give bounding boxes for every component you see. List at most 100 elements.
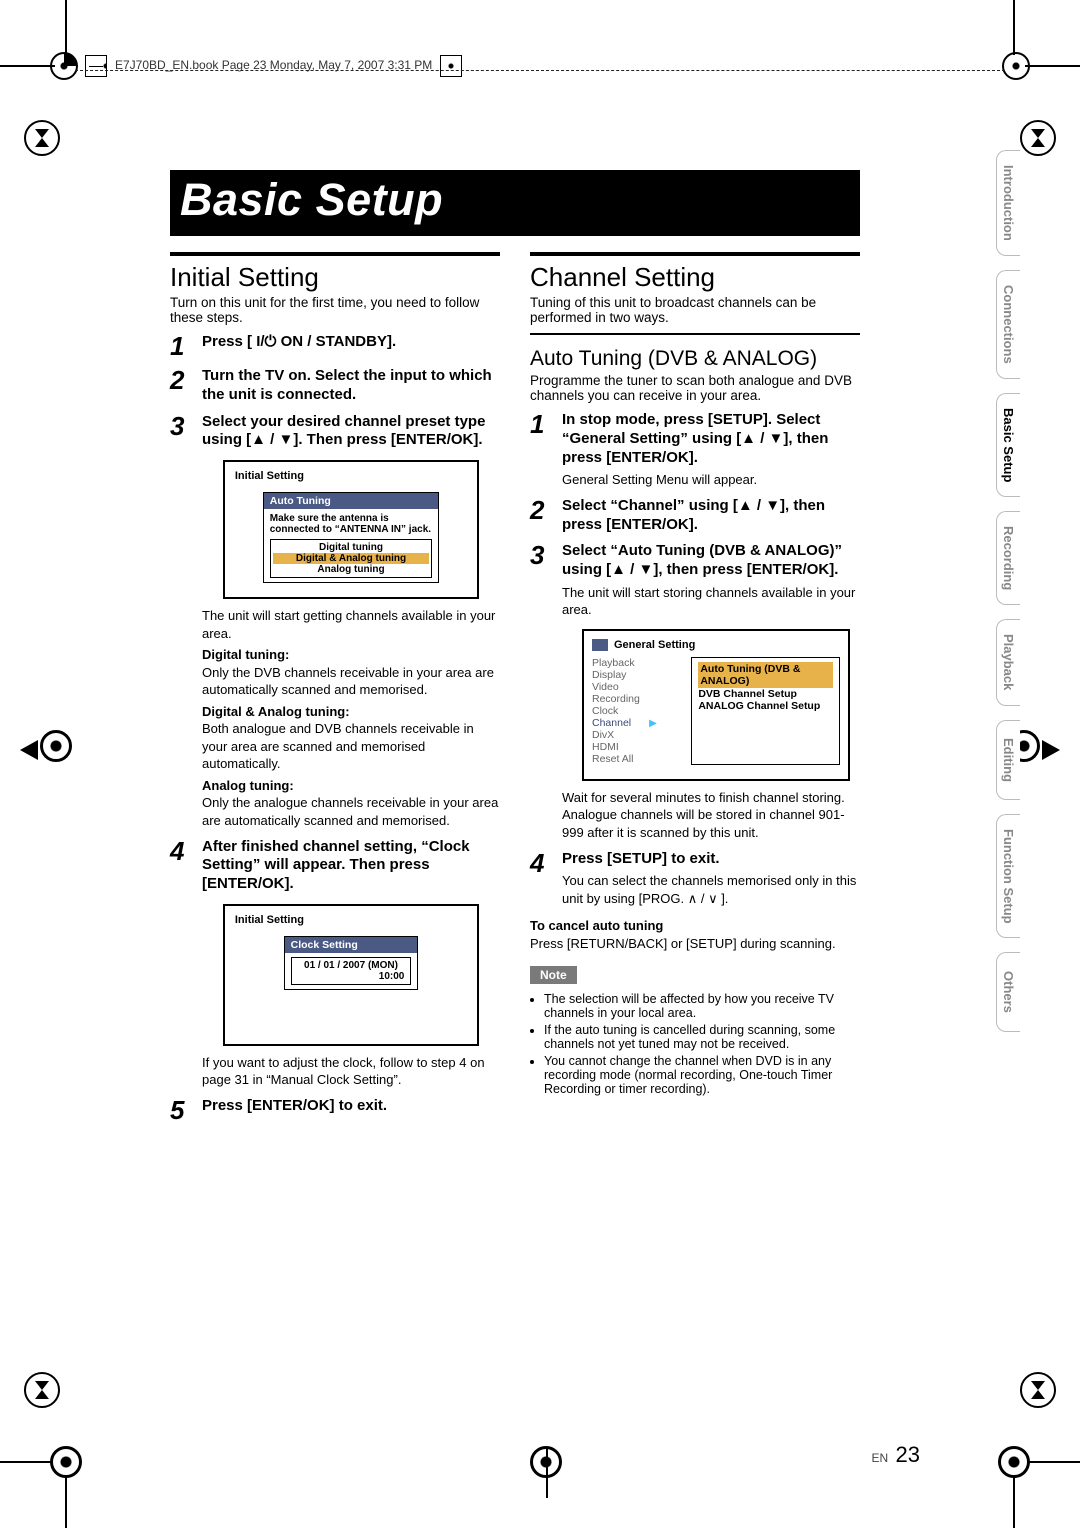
tab-connections[interactable]: Connections [996, 270, 1020, 379]
tab-recording[interactable]: Recording [996, 511, 1020, 605]
subtext: Only the DVB channels receivable in your… [202, 665, 494, 698]
osd-menu-list: Playback Display Video Recording Clock C… [592, 657, 681, 765]
steps-list: 1 Press [ I/⏻ ON / STANDBY]. 2 Turn the … [170, 333, 500, 1123]
step-text: The unit will start storing channels ava… [562, 584, 860, 619]
section-rule [170, 252, 500, 256]
step-1: 1 In stop mode, press [SETUP]. Select “G… [530, 411, 860, 489]
osd-option: Analog tuning [273, 564, 430, 575]
step-title: Select your desired channel preset type … [202, 413, 500, 451]
section-rule [530, 252, 860, 256]
cancel-block: To cancel auto tuning Press [RETURN/BACK… [530, 917, 860, 952]
osd-initial-setting-clock: Initial Setting Clock Setting 01 / 01 / … [223, 904, 479, 1046]
tab-playback[interactable]: Playback [996, 619, 1020, 705]
content-columns: Initial Setting Turn on this unit for th… [170, 252, 860, 1438]
tab-editing[interactable]: Editing [996, 720, 1020, 800]
page-number-value: 23 [892, 1442, 920, 1467]
step-tail-text: If you want to adjust the clock, follow … [202, 1054, 500, 1089]
registration-mark-icon [530, 1446, 562, 1478]
step-title: Select “Auto Tuning (DVB & ANALOG)” usin… [562, 542, 860, 580]
section-rule [530, 333, 860, 335]
step-title: Press [ENTER/OK] to exit. [202, 1097, 500, 1116]
osd-inner-title: Auto Tuning [264, 493, 439, 509]
section-title-initial-setting: Initial Setting [170, 262, 500, 293]
osd-inner-text: Make sure the antenna is connected to “A… [270, 513, 433, 578]
osd-menu-item-selected: Channel [592, 717, 681, 729]
step-1: 1 Press [ I/⏻ ON / STANDBY]. [170, 333, 500, 359]
step-number: 1 [530, 411, 554, 489]
subsection-title: Auto Tuning (DVB & ANALOG) [530, 347, 860, 371]
step-title: After finished channel setting, “Clock S… [202, 838, 500, 894]
osd-menu-item: Video [592, 681, 681, 693]
step-text: You can select the channels memorised on… [562, 872, 860, 907]
settings-icon [592, 639, 608, 651]
osd-line: Make sure the antenna is [270, 513, 433, 524]
crop-line [1013, 0, 1015, 55]
osd-inner-box: Clock Setting 01 / 01 / 2007 (MON) 10:00 [284, 936, 419, 990]
registration-mark-icon [50, 1446, 82, 1478]
column-left: Initial Setting Turn on this unit for th… [170, 252, 500, 1438]
osd-title: General Setting [614, 639, 695, 651]
chapter-title: Basic Setup [170, 170, 860, 236]
osd-line: connected to “ANTENNA IN” jack. [270, 524, 433, 535]
column-right: Channel Setting Tuning of this unit to b… [530, 252, 860, 1438]
osd-clock-date: 01 / 01 / 2007 (MON) [298, 960, 405, 971]
osd-menu-item: DivX [592, 729, 681, 741]
osd-inner-box: Auto Tuning Make sure the antenna is con… [263, 492, 440, 583]
osd-panel-item: DVB Channel Setup [698, 688, 797, 700]
step-number: 4 [530, 850, 554, 908]
osd-menu-item: Clock [592, 705, 681, 717]
osd-title-row: General Setting [592, 639, 840, 651]
step-4: 4 Press [SETUP] to exit. You can select … [530, 850, 860, 908]
step-number: 5 [170, 1097, 194, 1123]
tab-others[interactable]: Others [996, 952, 1020, 1032]
registration-mark-icon [24, 120, 60, 156]
step-number: 3 [170, 413, 194, 830]
crop-line [1025, 1461, 1080, 1463]
registration-mark-icon [40, 730, 72, 762]
subtext: Only the analogue channels receivable in… [202, 795, 498, 828]
step-number: 1 [170, 333, 194, 359]
tab-introduction[interactable]: Introduction [996, 150, 1020, 256]
crop-line [65, 1473, 67, 1528]
note-item: If the auto tuning is cancelled during s… [544, 1023, 860, 1051]
step-3: 3 Select “Auto Tuning (DVB & ANALOG)” us… [530, 542, 860, 841]
note-item: You cannot change the channel when DVD i… [544, 1054, 860, 1096]
crop-line [0, 65, 55, 67]
subsection-lead: Programme the tuner to scan both analogu… [530, 373, 860, 403]
registration-mark-icon [1020, 1372, 1056, 1408]
osd-clock-time: 10:00 [298, 971, 405, 982]
note-badge: Note [530, 966, 577, 984]
tab-basic-setup[interactable]: Basic Setup [996, 393, 1020, 497]
subtext: Both analogue and DVB channels receivabl… [202, 721, 474, 771]
note-item: The selection will be affected by how yo… [544, 992, 860, 1020]
osd-menu-item: Reset All [592, 753, 681, 765]
subhead-label: Digital tuning: [202, 647, 289, 662]
section-lead: Tuning of this unit to broadcast channel… [530, 295, 860, 325]
step-number: 3 [530, 542, 554, 841]
step-title: Select “Channel” using [▲ / ▼], then pre… [562, 497, 860, 535]
step-3: 3 Select your desired channel preset typ… [170, 413, 500, 830]
subhead-label: Digital & Analog tuning: [202, 704, 350, 719]
crop-line [546, 1448, 548, 1498]
cancel-text: Press [RETURN/BACK] or [SETUP] during sc… [530, 936, 836, 951]
osd-clock: 01 / 01 / 2007 (MON) 10:00 [291, 957, 412, 985]
step-4: 4 After finished channel setting, “Clock… [170, 838, 500, 1089]
section-lead: Turn on this unit for the first time, yo… [170, 295, 500, 325]
osd-columns: Playback Display Video Recording Clock C… [592, 657, 840, 765]
step-title: In stop mode, press [SETUP]. Select “Gen… [562, 411, 860, 467]
crop-line [65, 0, 67, 55]
osd-radio-list: Digital tuning Digital & Analog tuning A… [270, 539, 433, 578]
step-text: General Setting Menu will appear. [562, 471, 860, 489]
osd-menu-item: Playback [592, 657, 681, 669]
step-title: Press [SETUP] to exit. [562, 850, 860, 869]
arrow-left-icon [20, 740, 38, 760]
osd-option-selected: Digital & Analog tuning [273, 553, 430, 564]
crop-line [1025, 65, 1080, 67]
page-lang: EN [872, 1451, 889, 1465]
step-2: 2 Turn the TV on. Select the input to wh… [170, 367, 500, 405]
osd-title: Initial Setting [235, 914, 467, 926]
osd-general-setting: General Setting Playback Display Video R… [582, 629, 850, 781]
osd-panel: Auto Tuning (DVB & ANALOG) DVB Channel S… [691, 657, 840, 765]
tab-function-setup[interactable]: Function Setup [996, 814, 1020, 939]
step-2: 2 Select “Channel” using [▲ / ▼], then p… [530, 497, 860, 535]
